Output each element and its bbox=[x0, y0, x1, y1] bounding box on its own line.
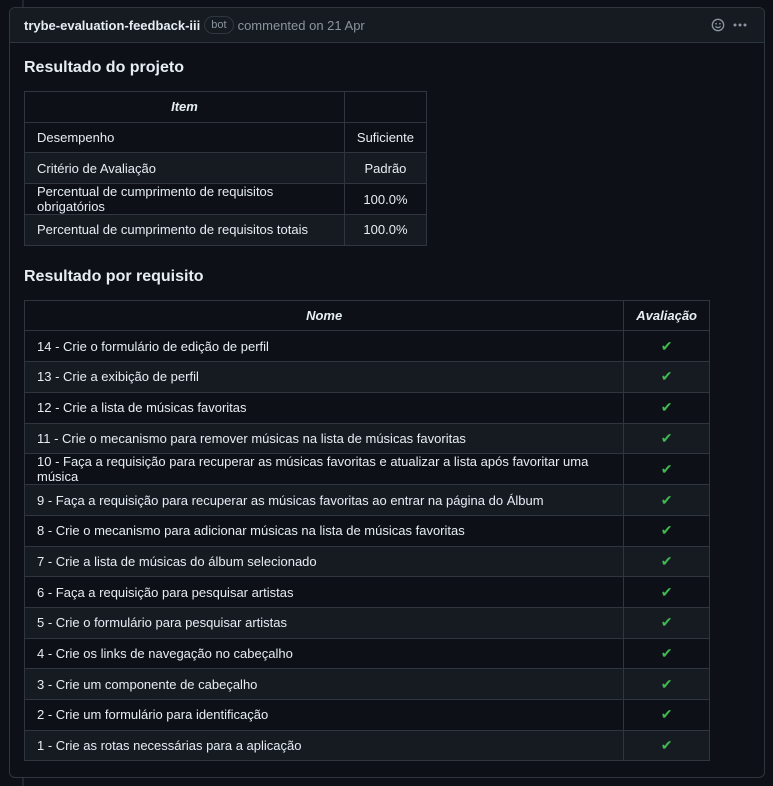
evaluation-cell: ✔ bbox=[623, 606, 710, 639]
value-cell: 100.0% bbox=[343, 214, 428, 246]
column-header-item: Item bbox=[24, 91, 345, 123]
comment-header: trybe-evaluation-feedback-iii bot commen… bbox=[10, 8, 764, 43]
bot-badge: bot bbox=[204, 16, 234, 34]
check-icon: ✔ bbox=[660, 460, 673, 477]
evaluation-cell: ✔ bbox=[623, 453, 710, 486]
table-row: 11 - Crie o mecanismo para remover músic… bbox=[23, 422, 710, 455]
requirement-name-cell: 2 - Crie um formulário para identificaçã… bbox=[23, 699, 625, 731]
check-icon: ✔ bbox=[660, 675, 673, 692]
requirement-name-cell: 5 - Crie o formulário para pesquisar art… bbox=[23, 606, 625, 639]
check-icon: ✔ bbox=[660, 706, 673, 723]
requirement-name-cell: 7 - Crie a lista de músicas do álbum sel… bbox=[23, 545, 625, 578]
check-icon: ✔ bbox=[660, 491, 673, 508]
table-row: 8 - Crie o mecanismo para adicionar músi… bbox=[23, 514, 710, 547]
kebab-horizontal-icon[interactable] bbox=[732, 17, 748, 33]
check-icon: ✔ bbox=[660, 429, 673, 446]
table-row: 3 - Crie um componente de cabeçalho ✔ bbox=[23, 668, 710, 700]
value-cell: 100.0% bbox=[343, 183, 428, 216]
comment-body: Resultado do projeto Item Desempenho Sufi… bbox=[10, 43, 764, 777]
evaluation-cell: ✔ bbox=[623, 514, 710, 547]
item-cell: Percentual de cumprimento de requisitos … bbox=[24, 214, 345, 246]
check-icon: ✔ bbox=[660, 614, 673, 631]
evaluation-cell: ✔ bbox=[623, 637, 710, 670]
requirement-name-cell: 11 - Crie o mecanismo para remover músic… bbox=[23, 422, 625, 455]
project-result-heading: Resultado do projeto bbox=[24, 59, 184, 76]
table-row: 9 - Faça a requisição para recuperar as … bbox=[23, 484, 710, 516]
evaluation-cell: ✔ bbox=[623, 422, 710, 455]
requirement-name-cell: 6 - Faça a requisição para pesquisar art… bbox=[23, 576, 625, 608]
comment-box: trybe-evaluation-feedback-iii bot commen… bbox=[9, 7, 765, 778]
table-row: 12 - Crie a lista de músicas favoritas ✔ bbox=[23, 391, 710, 424]
evaluation-cell: ✔ bbox=[623, 361, 710, 393]
requirement-name-cell: 13 - Crie a exibição de perfil bbox=[23, 361, 625, 393]
requirement-name-cell: 3 - Crie um componente de cabeçalho bbox=[23, 668, 625, 700]
table-row: 2 - Crie um formulário para identificaçã… bbox=[23, 699, 710, 731]
column-header-evaluation: Avaliação bbox=[623, 299, 710, 332]
table-row: 1 - Crie as rotas necessárias para a apl… bbox=[23, 729, 710, 762]
requirements-result-heading: Resultado por requisito bbox=[24, 267, 204, 285]
evaluation-cell: ✔ bbox=[623, 576, 710, 608]
requirement-name-cell: 12 - Crie a lista de músicas favoritas bbox=[23, 391, 625, 424]
evaluation-cell: ✔ bbox=[623, 484, 710, 516]
value-cell: Suficiente bbox=[343, 121, 428, 154]
smiley-icon[interactable] bbox=[710, 17, 726, 33]
evaluation-cell: ✔ bbox=[623, 391, 710, 424]
check-icon: ✔ bbox=[660, 337, 673, 354]
evaluation-cell: ✔ bbox=[623, 668, 710, 700]
requirements-table: Nome Avaliação 14 - Crie o formulário de… bbox=[23, 299, 710, 762]
check-icon: ✔ bbox=[660, 552, 673, 569]
comment-actions bbox=[710, 17, 748, 33]
check-icon: ✔ bbox=[660, 399, 673, 416]
comment-timestamp[interactable]: commented on 21 Apr bbox=[238, 18, 365, 33]
table-row: 10 - Faça a requisição para recuperar as… bbox=[23, 453, 710, 486]
check-icon: ✔ bbox=[660, 522, 673, 539]
value-cell: Padrão bbox=[343, 152, 428, 185]
table-row: Percentual de cumprimento de requisitos … bbox=[24, 183, 428, 216]
evaluation-cell: ✔ bbox=[623, 545, 710, 578]
column-header-value bbox=[343, 91, 428, 123]
item-cell: Desempenho bbox=[24, 121, 345, 154]
item-cell: Critério de Avaliação bbox=[24, 152, 345, 185]
table-row: Desempenho Suficiente bbox=[24, 121, 428, 154]
requirement-name-cell: 8 - Crie o mecanismo para adicionar músi… bbox=[23, 514, 625, 547]
table-row: 7 - Crie a lista de músicas do álbum sel… bbox=[23, 545, 710, 578]
requirement-name-cell: 1 - Crie as rotas necessárias para a apl… bbox=[23, 729, 625, 762]
requirement-name-cell: 4 - Crie os links de navegação no cabeça… bbox=[23, 637, 625, 670]
requirement-name-cell: 14 - Crie o formulário de edição de perf… bbox=[23, 330, 625, 363]
column-header-name: Nome bbox=[23, 299, 625, 332]
check-icon: ✔ bbox=[660, 583, 673, 600]
check-icon: ✔ bbox=[660, 644, 673, 661]
evaluation-cell: ✔ bbox=[623, 699, 710, 731]
table-row: 13 - Crie a exibição de perfil ✔ bbox=[23, 361, 710, 393]
table-row: 6 - Faça a requisição para pesquisar art… bbox=[23, 576, 710, 608]
table-row: 5 - Crie o formulário para pesquisar art… bbox=[23, 606, 710, 639]
table-row: 14 - Crie o formulário de edição de perf… bbox=[23, 330, 710, 363]
evaluation-cell: ✔ bbox=[623, 729, 710, 762]
check-icon: ✔ bbox=[660, 368, 673, 385]
requirement-name-cell: 10 - Faça a requisição para recuperar as… bbox=[23, 453, 625, 486]
project-result-table: Item Desempenho Suficiente Critério de Ava… bbox=[24, 91, 428, 246]
check-icon: ✔ bbox=[660, 737, 673, 754]
evaluation-cell: ✔ bbox=[623, 330, 710, 363]
requirement-name-cell: 9 - Faça a requisição para recuperar as … bbox=[23, 484, 625, 516]
table-row: Percentual de cumprimento de requisitos … bbox=[24, 214, 428, 246]
item-cell: Percentual de cumprimento de requisitos … bbox=[24, 183, 345, 216]
comment-author[interactable]: trybe-evaluation-feedback-iii bbox=[24, 18, 200, 33]
table-row: 4 - Crie os links de navegação no cabeça… bbox=[23, 637, 710, 670]
table-row: Critério de Avaliação Padrão bbox=[24, 152, 428, 185]
